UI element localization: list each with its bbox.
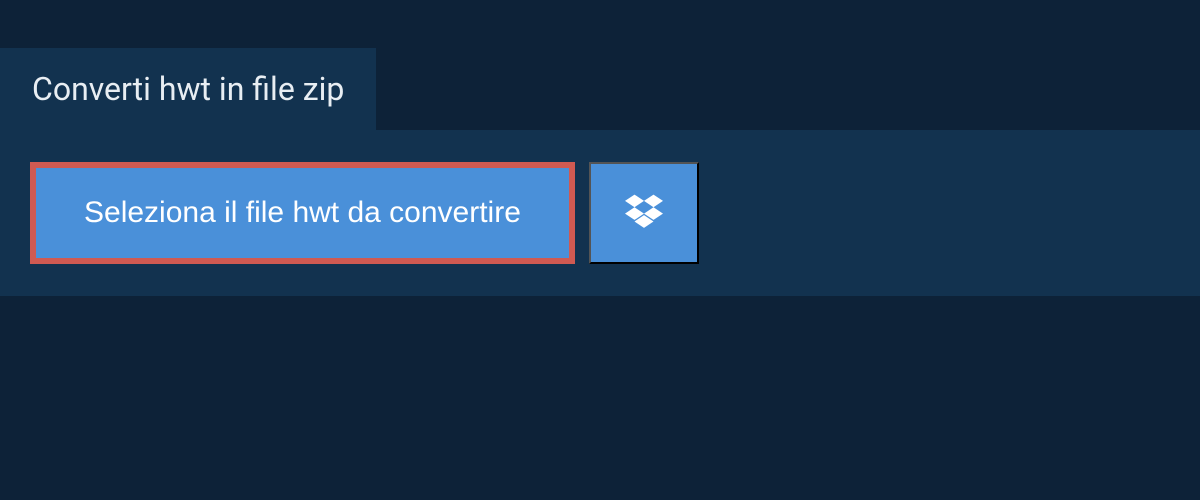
dropbox-icon	[625, 194, 663, 233]
select-file-label: Seleziona il file hwt da convertire	[84, 196, 521, 230]
button-row: Seleziona il file hwt da convertire	[30, 162, 1170, 264]
header-tab: Converti hwt in file zip	[0, 48, 376, 130]
page-title: Converti hwt in file zip	[32, 70, 344, 108]
select-file-button[interactable]: Seleziona il file hwt da convertire	[30, 162, 575, 264]
content-panel: Seleziona il file hwt da convertire	[0, 130, 1200, 296]
dropbox-button[interactable]	[589, 162, 699, 264]
